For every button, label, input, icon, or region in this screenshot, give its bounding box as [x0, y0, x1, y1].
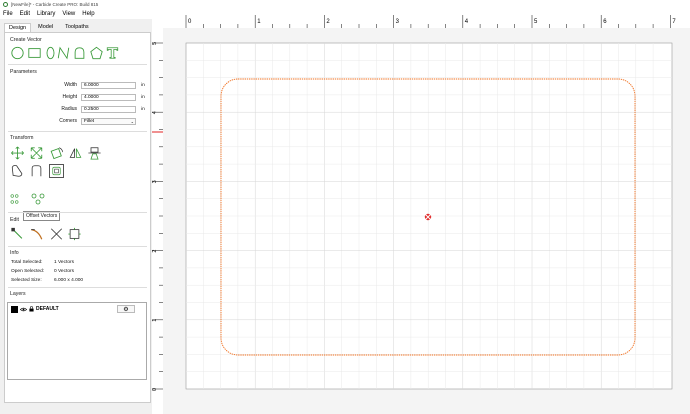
canvas-svg[interactable]: 01234567 543210: [152, 15, 690, 414]
layer-settings-button[interactable]: ⚙: [117, 305, 135, 313]
lock-icon[interactable]: [29, 306, 34, 312]
open-selected-value: 0 Vectors: [54, 269, 74, 274]
chevron-down-icon: ⌄: [130, 119, 134, 124]
separator: [8, 287, 147, 288]
tab-design[interactable]: Design: [4, 23, 32, 32]
polygon-tool-icon[interactable]: [89, 46, 104, 60]
scale-tool-icon[interactable]: [29, 146, 44, 160]
total-selected-label: Total Selected:: [11, 260, 43, 265]
separator: [8, 131, 147, 132]
boolean-tool-icon[interactable]: [29, 164, 44, 178]
polyline-tool-icon[interactable]: [56, 46, 71, 60]
layer-name: DEFAULT: [36, 306, 59, 312]
gear-icon: ⚙: [123, 306, 129, 313]
width-unit: in: [141, 83, 145, 88]
height-field[interactable]: 4.0000: [81, 94, 136, 101]
info-open-selected: Open Selected: 0 Vectors: [11, 269, 74, 274]
rotate-tool-icon[interactable]: [49, 146, 64, 160]
design-panel: Create Vector Parameters Width 6.0000 in…: [4, 32, 151, 403]
top-ruler: [152, 15, 690, 28]
window-title: [NewFile]* - Carbide Create PRO: Build 8…: [11, 2, 99, 7]
ruler-y-label: 1: [152, 319, 158, 322]
center-handle-icon[interactable]: [424, 213, 432, 221]
info-title: Info: [10, 250, 19, 256]
array-tool-icon[interactable]: [10, 193, 22, 205]
height-label: Height: [62, 94, 77, 100]
rectangle-tool-icon[interactable]: [27, 46, 42, 60]
corners-select[interactable]: Fillet ⌄: [81, 118, 136, 125]
ruler-y-label: 4: [152, 111, 158, 114]
radius-field[interactable]: 0.2500: [81, 106, 136, 113]
height-unit: in: [141, 95, 145, 100]
left-ruler: [152, 28, 163, 414]
menu-file[interactable]: File: [3, 11, 13, 17]
text-tool-icon[interactable]: [105, 46, 120, 60]
layers-list: DEFAULT ⚙: [7, 302, 147, 380]
offset-vectors-icon[interactable]: [49, 164, 64, 178]
circle-tool-icon[interactable]: [10, 46, 25, 60]
trim-vectors-tool-icon[interactable]: [49, 227, 64, 241]
menu-library[interactable]: Library: [37, 11, 55, 17]
tab-bar: Design Model Toolpaths: [4, 22, 151, 32]
ruler-y-label: 3: [152, 180, 158, 183]
curve-tool-icon[interactable]: [72, 46, 87, 60]
menu-view[interactable]: View: [62, 11, 75, 17]
move-tool-icon[interactable]: [10, 146, 25, 160]
corners-select-value: Fillet: [84, 119, 95, 124]
info-total-selected: Total Selected: 1 Vectors: [11, 260, 74, 265]
separator: [8, 64, 147, 65]
tab-model[interactable]: Model: [33, 22, 58, 32]
create-vector-title: Create Vector: [10, 37, 42, 43]
separator: [8, 212, 147, 213]
corners-label: Corners: [59, 118, 77, 124]
info-selected-size: Selected Size: 6.000 x 4.000: [11, 278, 83, 283]
layers-title: Layers: [10, 291, 26, 297]
width-label: Width: [64, 82, 77, 88]
selected-size-value: 6.000 x 4.000: [54, 278, 84, 283]
layer-row[interactable]: DEFAULT ⚙: [11, 305, 143, 313]
ruler-y-label: 2: [152, 250, 158, 253]
ruler-y-label: 0: [152, 388, 158, 391]
ruler-y-label: 5: [152, 42, 158, 45]
eye-icon[interactable]: [20, 307, 27, 312]
app-window: [NewFile]* - Carbide Create PRO: Build 8…: [0, 0, 690, 414]
radius-unit: in: [141, 107, 145, 112]
transform-title: Transform: [10, 135, 34, 141]
tab-toolpaths[interactable]: Toolpaths: [60, 22, 94, 32]
menu-edit[interactable]: Edit: [20, 11, 30, 17]
selected-size-label: Selected Size:: [11, 278, 42, 283]
menu-help[interactable]: Help: [82, 11, 94, 17]
separator: [8, 246, 147, 247]
align-tool-icon[interactable]: [87, 146, 102, 160]
layer-color-swatch[interactable]: [11, 305, 18, 313]
design-canvas[interactable]: 01234567 543210: [152, 15, 690, 414]
title-bar: [NewFile]* - Carbide Create PRO: Build 8…: [0, 0, 690, 9]
open-selected-label: Open Selected:: [11, 269, 45, 274]
node-edit-tool-icon[interactable]: [10, 227, 25, 241]
mirror-tool-icon[interactable]: [68, 146, 83, 160]
left-panel: Design Model Toolpaths Create Vector Par…: [4, 22, 151, 403]
weld-tool-icon[interactable]: [10, 164, 25, 178]
parameters-title: Parameters: [10, 69, 37, 75]
bounding-box-tool-icon[interactable]: [67, 227, 82, 241]
app-logo-icon: [3, 2, 8, 7]
circular-array-tool-icon[interactable]: [29, 193, 47, 205]
edit-title: Edit: [10, 217, 19, 223]
width-field[interactable]: 6.0000: [81, 82, 136, 89]
total-selected-value: 1 Vectors: [54, 260, 74, 265]
radius-label: Radius: [61, 106, 77, 112]
join-vectors-tool-icon[interactable]: [29, 227, 44, 241]
